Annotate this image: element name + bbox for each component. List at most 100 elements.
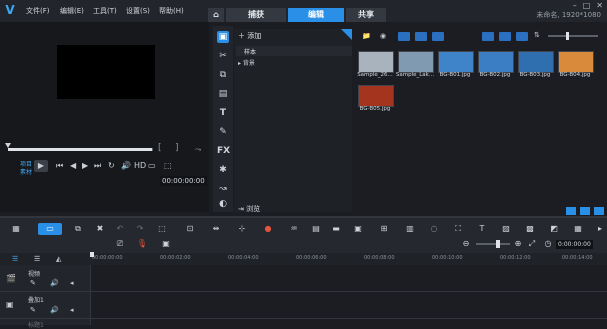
menu-help[interactable]: 帮助(H) <box>159 6 184 16</box>
screen-record-icon[interactable]: ⎚ <box>114 238 126 250</box>
tab-capture[interactable]: 捕获 <box>226 8 286 22</box>
redo-icon[interactable]: ↷ <box>134 223 146 235</box>
snapshot-icon[interactable]: ▣ <box>160 238 172 250</box>
home-tab[interactable]: ⌂ <box>208 8 224 22</box>
clip-mode-label[interactable]: 素材 <box>20 167 32 176</box>
scrubber-handle[interactable] <box>5 143 11 148</box>
mixer-icon[interactable]: ⊡ <box>184 223 196 235</box>
volume-icon[interactable]: 🔊 <box>121 160 131 172</box>
timeline-view-icon[interactable]: ▭ <box>38 223 62 235</box>
multicam-icon[interactable]: ▤ <box>310 223 322 235</box>
voiceover-icon[interactable]: 🎙 <box>136 238 148 250</box>
minimize-icon[interactable]: – <box>573 1 577 10</box>
thumbnail-view-icon[interactable] <box>499 32 511 41</box>
end-icon[interactable]: ⏭ <box>94 160 101 172</box>
media-thumb-7[interactable] <box>358 85 394 107</box>
media-icon[interactable]: ▣ <box>217 31 229 43</box>
close-icon[interactable]: ✕ <box>596 1 603 10</box>
media-thumb-4[interactable] <box>478 51 514 73</box>
maximize-icon[interactable]: □ <box>583 1 591 10</box>
tools-icon[interactable]: ✖ <box>94 223 106 235</box>
folder-item-background[interactable]: ▸ 背景 <box>238 58 255 67</box>
menu-settings[interactable]: 设置(S) <box>126 6 150 16</box>
mask-creator-icon[interactable]: ▣ <box>352 223 364 235</box>
mask-icon[interactable]: ▨ <box>500 223 512 235</box>
track-mute-icon[interactable]: 🔊 <box>50 306 59 314</box>
show-audio-icon[interactable] <box>432 32 444 41</box>
track-edit-icon[interactable]: ✎ <box>30 306 36 314</box>
zoom-slider[interactable] <box>476 243 510 245</box>
mark-in-icon[interactable]: [ <box>158 143 162 153</box>
details-view-icon[interactable] <box>516 32 528 41</box>
path-icon[interactable]: ↝ <box>217 183 229 195</box>
previous-frame-icon[interactable]: ◀ <box>70 160 76 172</box>
expand-panel-icon[interactable] <box>580 207 590 215</box>
storyboard-view-icon[interactable]: ▦ <box>10 223 22 235</box>
import-folder-icon[interactable]: 📁 <box>362 32 371 40</box>
transition-icon[interactable]: ⧉ <box>217 69 229 81</box>
audio-icon[interactable]: ◐ <box>217 198 229 210</box>
track-edit-icon[interactable]: ✎ <box>30 279 36 287</box>
media-thumb-5[interactable] <box>518 51 554 73</box>
crop-tool-icon[interactable]: ⛶ <box>452 223 464 235</box>
effect-icon[interactable]: ✱ <box>217 164 229 176</box>
ripple-edit-icon[interactable]: ◭ <box>56 255 61 263</box>
more-tools-icon[interactable]: ▸ <box>594 223 606 235</box>
fit-project-icon[interactable]: ⤢ <box>526 238 538 250</box>
hd-toggle[interactable]: HD <box>134 160 146 172</box>
title-tool-icon[interactable]: T <box>476 223 488 235</box>
zoom-out-icon[interactable]: ⊖ <box>460 238 472 250</box>
zoom-handle[interactable] <box>496 240 500 248</box>
thumb-size-handle[interactable] <box>566 32 569 40</box>
timecode-display[interactable]: 00:00:00:00 <box>160 176 207 186</box>
audio-ducking-icon[interactable]: ♒ <box>288 223 300 235</box>
undo-icon[interactable]: ↶ <box>114 223 126 235</box>
options-icon[interactable] <box>566 207 576 215</box>
instant-project-icon[interactable]: ✂ <box>217 50 229 62</box>
title-icon[interactable]: T <box>217 107 229 119</box>
subtitle-icon[interactable]: ● <box>262 223 274 235</box>
menu-file[interactable]: 文件(F) <box>26 6 50 16</box>
tab-edit[interactable]: 编辑 <box>288 8 344 22</box>
project-duration[interactable]: 0:00:00:00 <box>556 240 593 249</box>
auto-music-icon[interactable]: ⇹ <box>210 223 222 235</box>
crop-icon[interactable]: ⬚ <box>164 160 172 172</box>
filter-fx-icon[interactable]: FX <box>217 145 230 157</box>
stabilize-icon[interactable]: ◩ <box>548 223 560 235</box>
show-video-icon[interactable] <box>398 32 410 41</box>
media-thumb-6[interactable] <box>558 51 594 73</box>
motion-track-icon[interactable]: ⊹ <box>236 223 248 235</box>
smart-proxy-icon[interactable]: ▬ <box>330 223 342 235</box>
mark-out-icon[interactable]: ] <box>175 143 179 153</box>
graphic-icon[interactable]: ✎ <box>217 126 229 138</box>
zoom-in-icon[interactable]: ⊕ <box>512 238 524 250</box>
add-folder-button[interactable]: ＋ 添加 <box>238 31 261 41</box>
menu-tools[interactable]: 工具(T) <box>93 6 117 16</box>
record-capture-icon[interactable]: ⬚ <box>156 223 168 235</box>
chapter-icon[interactable]: ☰ <box>34 255 40 263</box>
painting-icon[interactable]: ▥ <box>404 223 416 235</box>
next-frame-icon[interactable]: ▶ <box>82 160 88 172</box>
track-manager-icon[interactable]: ☰ <box>12 255 18 263</box>
media-thumb-1[interactable] <box>358 51 394 73</box>
aspect-icon[interactable]: ▭ <box>148 160 156 172</box>
browse-button[interactable]: ⇥ 浏览 <box>238 204 260 214</box>
template-icon[interactable]: ▤ <box>217 88 229 100</box>
split-icon[interactable]: ⤳ <box>195 145 201 155</box>
playhead[interactable] <box>90 252 94 257</box>
home-icon[interactable]: ⏮ <box>56 160 63 172</box>
copy-icon[interactable]: ⧉ <box>72 223 84 235</box>
color-icon[interactable]: ▦ <box>572 223 584 235</box>
repeat-icon[interactable]: ↻ <box>108 160 115 172</box>
3d-title-icon[interactable]: ▩ <box>524 223 536 235</box>
media-thumb-2[interactable] <box>398 51 434 73</box>
play-button[interactable]: ▶ <box>34 160 48 172</box>
collapse-panel-icon[interactable] <box>594 207 604 215</box>
track-lock-icon[interactable]: ◂ <box>70 279 74 287</box>
sort-icon[interactable]: ⇅ <box>534 31 540 39</box>
track-lock-icon[interactable]: ◂ <box>70 306 74 314</box>
tab-share[interactable]: 共享 <box>346 8 386 22</box>
list-view-icon[interactable] <box>482 32 494 41</box>
time-remap-icon[interactable]: ◌ <box>428 223 440 235</box>
split-screen-icon[interactable]: ⊞ <box>378 223 390 235</box>
